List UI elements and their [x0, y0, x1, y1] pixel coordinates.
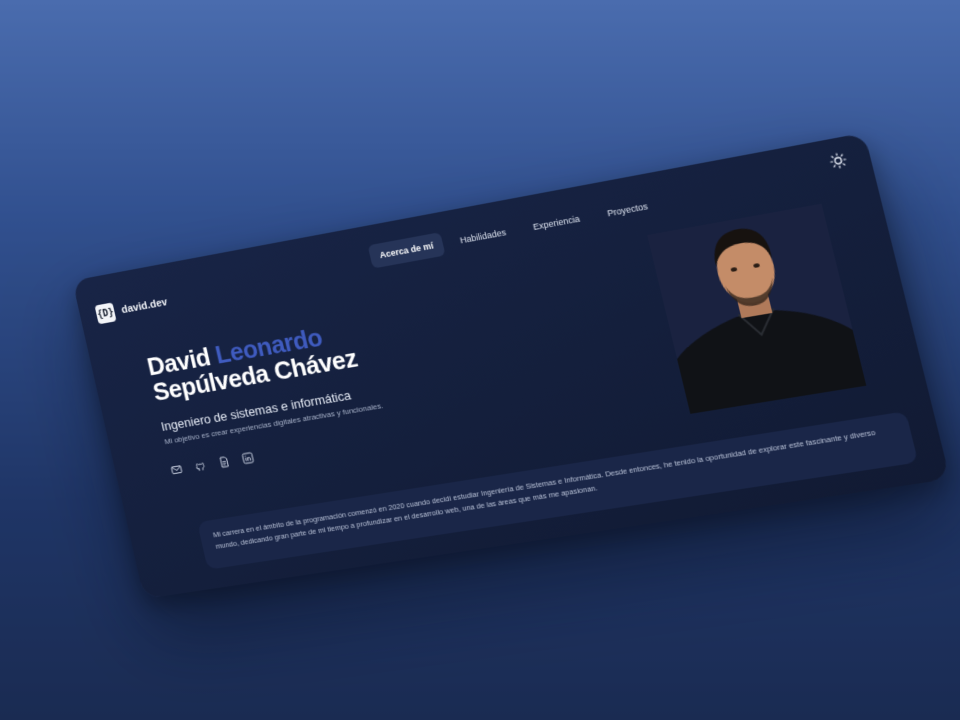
profile-photo: [647, 203, 867, 414]
document-icon[interactable]: [217, 455, 231, 468]
mail-icon[interactable]: [170, 463, 183, 476]
sun-icon[interactable]: [828, 151, 849, 170]
logo-mark: {D}: [94, 302, 117, 325]
nav-item-projects[interactable]: Proyectos: [595, 192, 661, 227]
nav-item-skills[interactable]: Habilidades: [448, 219, 519, 254]
hero-section: David Leonardo Sepúlveda Chávez Ingenier…: [144, 317, 391, 476]
nav-item-experience[interactable]: Experiencia: [521, 205, 593, 241]
main-nav: Acerca de mí Habilidades Experiencia Pro…: [367, 192, 661, 269]
logo-text: david.dev: [120, 296, 169, 317]
github-icon[interactable]: [193, 459, 207, 472]
portfolio-window: {D} david.dev Acerca de mí Habilidades E…: [72, 132, 951, 599]
scene: {D} david.dev Acerca de mí Habilidades E…: [0, 0, 960, 720]
site-logo[interactable]: {D} david.dev: [94, 293, 170, 325]
nav-item-about[interactable]: Acerca de mí: [367, 232, 446, 269]
linkedin-icon[interactable]: [241, 451, 255, 464]
